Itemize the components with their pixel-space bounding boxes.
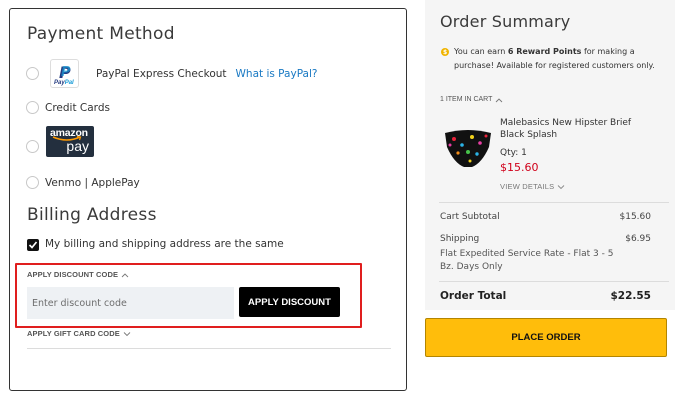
product-image <box>445 130 491 167</box>
venmo-label: Venmo | ApplePay <box>45 176 140 189</box>
same-address-label: My billing and shipping address are the … <box>45 238 284 250</box>
divider <box>439 202 669 203</box>
order-total-row: Order Total $22.55 <box>440 290 651 302</box>
order-total-label: Order Total <box>440 290 507 302</box>
apply-discount-toggle[interactable]: APPLY DISCOUNT CODE <box>27 270 129 279</box>
cart-subtotal-value: $15.60 <box>619 212 652 222</box>
order-summary-title: Order Summary <box>440 12 571 31</box>
shipping-method: Flat Expedited Service Rate - Flat 3 - 5… <box>440 249 614 272</box>
reward-points-notice: $ You can earn 6 Reward Points for makin… <box>441 47 655 70</box>
amazon-pay-logo: amazon pay <box>46 126 94 157</box>
discount-code-input[interactable] <box>27 287 234 319</box>
cart-subtotal-row: Cart Subtotal $15.60 <box>440 212 651 222</box>
reward-coin-icon: $ <box>441 48 449 56</box>
order-summary-panel: Order Summary $ You can earn 6 Reward Po… <box>425 0 675 310</box>
paypal-logo: P P PayPal <box>50 59 79 88</box>
checkmark-icon <box>28 241 38 249</box>
paypal-label: PayPal Express Checkout <box>96 67 227 80</box>
payment-option-amazon-pay[interactable]: amazon pay <box>26 126 94 157</box>
shipping-row: Shipping $6.95 <box>440 234 651 244</box>
place-order-button[interactable]: PLACE ORDER <box>425 318 667 357</box>
payment-panel: Payment Method P P PayPal PayPal Express… <box>9 8 407 391</box>
divider <box>439 281 669 282</box>
chevron-down-icon <box>123 331 131 336</box>
credit-cards-label: Credit Cards <box>45 101 110 114</box>
cart-subtotal-label: Cart Subtotal <box>440 212 500 222</box>
payment-option-venmo[interactable]: Venmo | ApplePay <box>26 176 140 189</box>
apply-discount-button[interactable]: APPLY DISCOUNT <box>239 287 340 317</box>
shipping-label: Shipping <box>440 234 480 244</box>
billing-address-title: Billing Address <box>27 205 157 225</box>
items-in-cart-toggle[interactable]: 1 ITEM IN CART <box>440 96 503 103</box>
product-qty: Qty: 1 <box>500 148 527 158</box>
amazon-pay-radio[interactable] <box>26 140 39 153</box>
apply-gift-card-toggle[interactable]: APPLY GIFT CARD CODE <box>27 329 131 338</box>
chevron-down-icon <box>558 184 565 189</box>
payment-option-credit-cards[interactable]: Credit Cards <box>26 101 110 114</box>
chevron-up-icon <box>121 272 129 277</box>
paypal-radio[interactable] <box>26 67 39 80</box>
same-address-checkbox[interactable] <box>27 239 39 251</box>
chevron-up-icon <box>496 97 503 102</box>
order-total-value: $22.55 <box>610 290 651 302</box>
payment-method-title: Payment Method <box>27 24 175 44</box>
shipping-value: $6.95 <box>625 234 651 244</box>
product-price: $15.60 <box>500 161 539 174</box>
payment-option-paypal[interactable]: P P PayPal PayPal Express Checkout What … <box>26 59 317 88</box>
credit-cards-radio[interactable] <box>26 101 39 114</box>
what-is-paypal-link[interactable]: What is PayPal? <box>236 68 318 80</box>
view-details-toggle[interactable]: VIEW DETAILS <box>500 182 565 191</box>
divider <box>27 348 391 349</box>
venmo-radio[interactable] <box>26 176 39 189</box>
product-name: Malebasics New Hipster Brief Black Splas… <box>500 118 632 140</box>
